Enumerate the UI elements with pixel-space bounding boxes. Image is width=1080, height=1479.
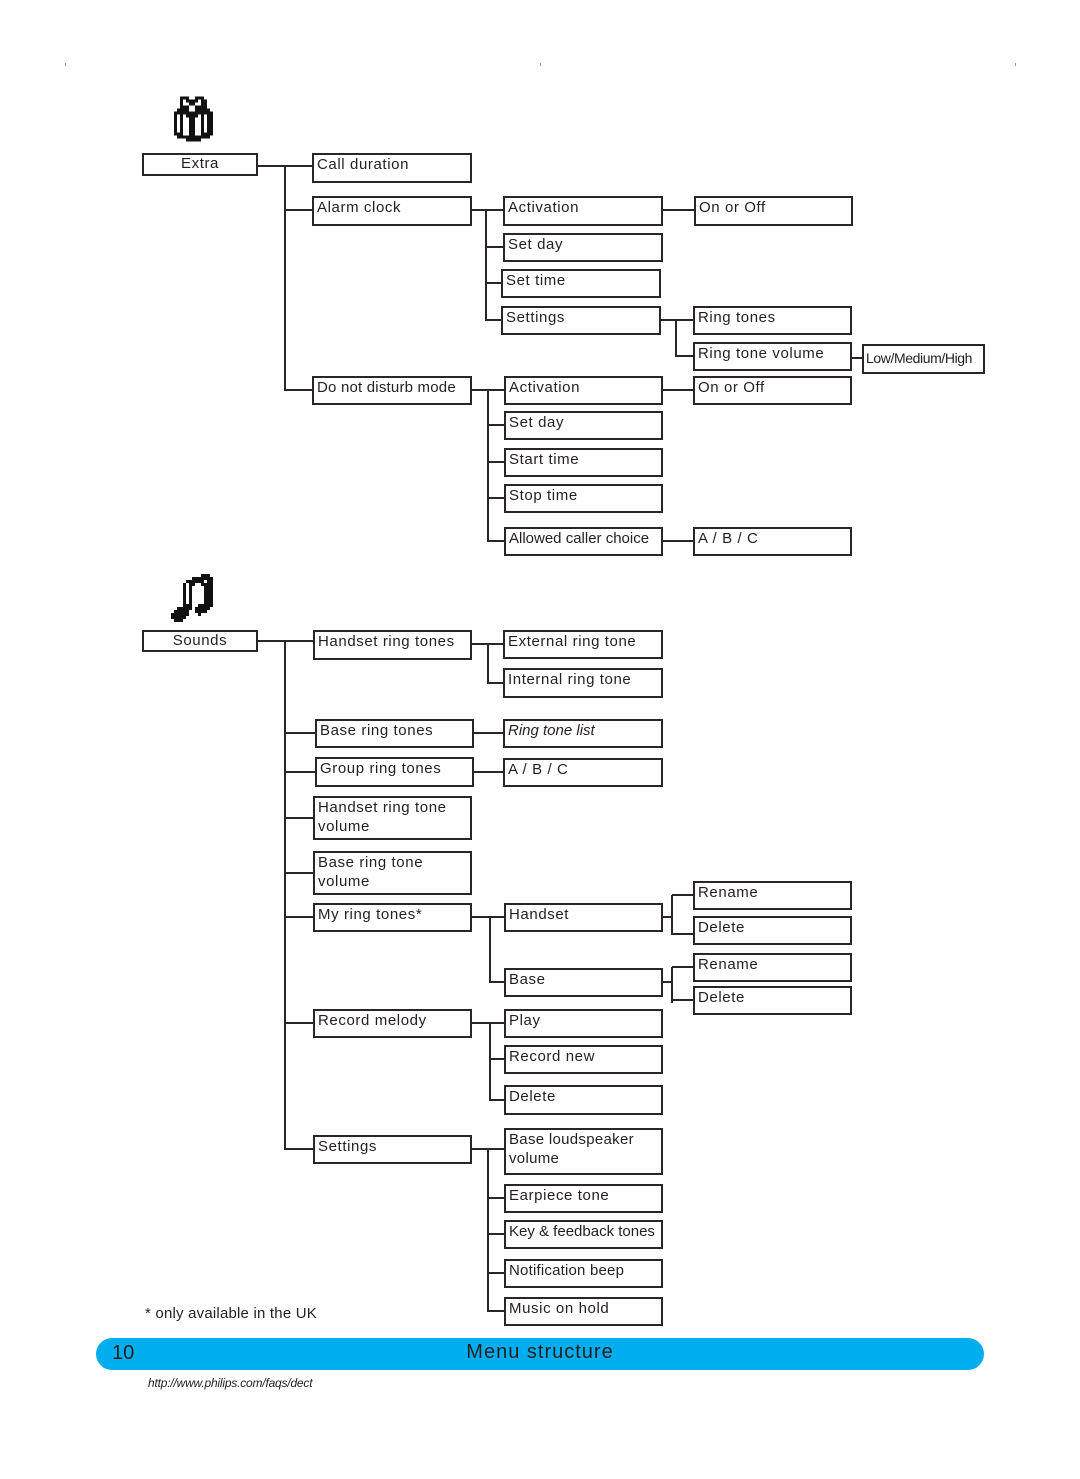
menu-item-internal-ring-tone: Internal ring tone xyxy=(503,668,663,698)
menu-item-base-rename: Rename xyxy=(693,953,852,982)
menu-item-alarm-ring-tones: Ring tones xyxy=(693,306,852,335)
page-title: Menu structure xyxy=(466,1341,614,1363)
menu-item-play: Play xyxy=(504,1009,663,1038)
menu-item-dnd-stop-time: Stop time xyxy=(504,484,663,513)
menu-item-alarm-activation: Activation xyxy=(503,196,663,226)
menu-item-my-ring-tones: My ring tones* xyxy=(313,903,472,932)
menu-item-key-feedback-tones: Key & feedback tones xyxy=(504,1220,663,1249)
menu-item-low-medium-high: Low/Medium/High xyxy=(862,344,985,374)
music-note-icon xyxy=(171,574,213,622)
menu-item-sound-settings: Settings xyxy=(313,1135,472,1164)
menu-item-base-delete: Delete xyxy=(693,986,852,1015)
menu-item-alarm-clock: Alarm clock xyxy=(312,196,472,226)
menu-item-dnd-start-time: Start time xyxy=(504,448,663,477)
menu-item-ring-tone-list: Ring tone list xyxy=(503,719,663,748)
menu-item-group-abc: A / B / C xyxy=(503,758,663,787)
menu-item-record-new: Record new xyxy=(504,1045,663,1074)
menu-item-alarm-set-day: Set day xyxy=(503,233,663,262)
menu-item-base-ring-tone-volume: Base ring tone volume xyxy=(313,851,472,895)
menu-root-sounds: Sounds xyxy=(142,630,258,652)
support-url[interactable]: http://www.philips.com/faqs/dect xyxy=(148,1376,313,1390)
menu-root-extra: Extra xyxy=(142,153,258,176)
menu-item-external-ring-tone: External ring tone xyxy=(503,630,663,659)
menu-item-call-duration: Call duration xyxy=(312,153,472,183)
menu-item-dnd-activation: Activation xyxy=(504,376,663,405)
menu-item-base-ring-tones: Base ring tones xyxy=(315,719,474,748)
menu-item-base-loudspeaker-volume: Base loudspeaker volume xyxy=(504,1128,663,1175)
menu-item-do-not-disturb: Do not disturb mode xyxy=(312,376,472,405)
menu-item-alarm-ring-tone-volume: Ring tone volume xyxy=(693,342,852,371)
gift-icon xyxy=(174,96,213,142)
menu-item-handset-delete: Delete xyxy=(693,916,852,945)
menu-item-handset-ring-tones: Handset ring tones xyxy=(313,630,472,660)
menu-item-group-ring-tones: Group ring tones xyxy=(315,757,474,787)
footnote: * only available in the UK xyxy=(145,1305,317,1322)
page-footer-bar: 10 Menu structure xyxy=(96,1338,984,1370)
menu-item-dnd-on-off: On or Off xyxy=(693,376,852,405)
menu-item-notification-beep: Notification beep xyxy=(504,1259,663,1288)
menu-item-my-ring-tones-base: Base xyxy=(504,968,663,997)
menu-item-allowed-caller-choice: Allowed caller choice xyxy=(504,527,663,556)
menu-item-dnd-set-day: Set day xyxy=(504,411,663,440)
menu-item-handset-ring-tone-volume: Handset ring tone volume xyxy=(313,796,472,840)
menu-item-alarm-set-time: Set time xyxy=(501,269,661,298)
menu-item-alarm-on-off: On or Off xyxy=(694,196,853,226)
menu-item-record-melody: Record melody xyxy=(313,1009,472,1038)
menu-item-handset-rename: Rename xyxy=(693,881,852,910)
menu-item-dnd-abc: A / B / C xyxy=(693,527,852,556)
menu-item-music-on-hold: Music on hold xyxy=(504,1297,663,1326)
menu-item-alarm-settings: Settings xyxy=(501,306,661,335)
menu-item-melody-delete: Delete xyxy=(504,1085,663,1115)
menu-item-my-ring-tones-handset: Handset xyxy=(504,903,663,932)
menu-item-earpiece-tone: Earpiece tone xyxy=(504,1184,663,1213)
